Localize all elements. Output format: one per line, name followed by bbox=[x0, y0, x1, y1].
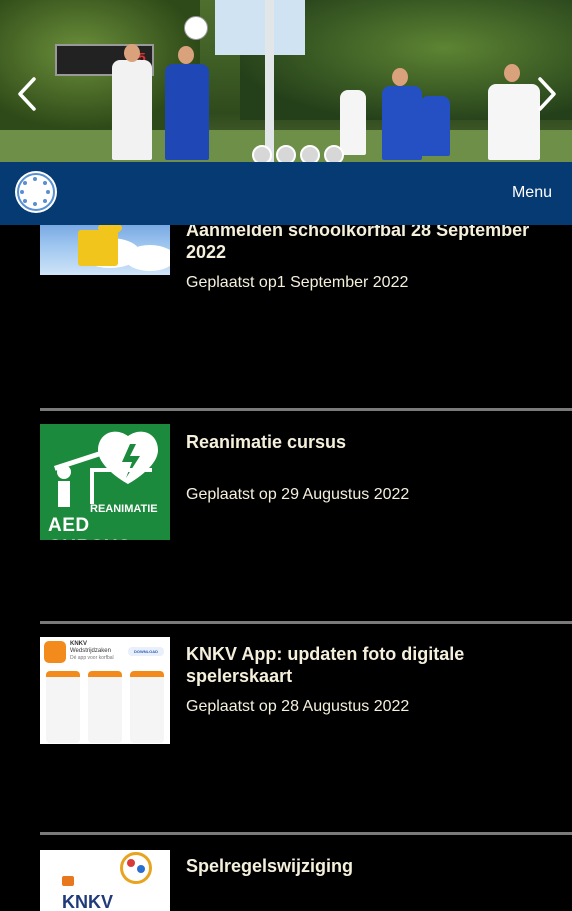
list-item[interactable]: REANIMATIE AED CURSUS Reanimatie cursus … bbox=[40, 424, 572, 614]
ball-icon bbox=[184, 16, 208, 40]
player bbox=[420, 96, 450, 156]
post-date: Geplaatst op 29 Augustus 2022 bbox=[186, 486, 410, 503]
post-title[interactable]: Reanimatie cursus bbox=[186, 431, 556, 453]
thumb-app-title: KNKV bbox=[70, 641, 88, 647]
divider bbox=[40, 621, 572, 624]
slider-next-button[interactable] bbox=[536, 76, 558, 112]
chevron-left-icon bbox=[18, 77, 36, 111]
slider-dot[interactable] bbox=[252, 145, 272, 162]
menu-button[interactable]: Menu bbox=[512, 184, 552, 202]
player bbox=[165, 64, 209, 160]
post-date: Geplaatst op1 September 2022 bbox=[186, 274, 409, 291]
slider-dot[interactable] bbox=[300, 145, 320, 162]
ball-icon bbox=[120, 852, 152, 884]
post-thumbnail[interactable]: REANIMATIE AED CURSUS bbox=[40, 424, 170, 540]
post-thumbnail[interactable]: KNKV bbox=[40, 850, 170, 911]
post-title[interactable]: KNKV App: updaten foto digitale spelersk… bbox=[186, 643, 556, 687]
top-navbar: Menu bbox=[0, 162, 572, 225]
divider bbox=[40, 408, 572, 411]
slider-dot[interactable] bbox=[276, 145, 296, 162]
korfbal-pole bbox=[265, 0, 274, 162]
thumb-label-bottom: AED CURSUS bbox=[48, 515, 131, 540]
thumb-knkv-text: KNKV bbox=[62, 892, 114, 911]
chevron-right-icon bbox=[538, 77, 556, 111]
club-logo[interactable] bbox=[15, 171, 57, 213]
slider-prev-button[interactable] bbox=[16, 76, 38, 112]
post-title[interactable]: Aanmelden schoolkorfbal 28 September 202… bbox=[186, 219, 556, 263]
thumb-label-top: REANIMATIE bbox=[90, 503, 158, 515]
player bbox=[488, 84, 540, 160]
post-thumbnail[interactable]: KNKV Wedstrijdzaken Dé app voor korfbal … bbox=[40, 637, 170, 744]
post-date: Geplaatst op 28 Augustus 2022 bbox=[186, 698, 410, 715]
app-icon bbox=[44, 641, 66, 663]
player bbox=[112, 60, 152, 160]
list-item[interactable]: Aanmelden schoolkorfbal 28 September 202… bbox=[40, 200, 572, 400]
post-title[interactable]: Spelregelswijziging bbox=[186, 855, 556, 877]
list-item[interactable]: KNKV Wedstrijdzaken Dé app voor korfbal … bbox=[40, 637, 572, 827]
crown-icon bbox=[62, 876, 74, 886]
list-item[interactable]: KNKV Spelregelswijziging bbox=[40, 850, 572, 911]
thumb-app-sub: Wedstrijdzaken bbox=[70, 648, 111, 654]
divider bbox=[40, 832, 572, 835]
player bbox=[382, 86, 422, 160]
download-badge: DOWNLOAD bbox=[128, 647, 164, 656]
slider-dots bbox=[252, 145, 344, 162]
slider-dot[interactable] bbox=[324, 145, 344, 162]
thumb-app-tag: Dé app voor korfbal bbox=[70, 655, 114, 661]
hero-slider[interactable]: 25 bbox=[0, 0, 572, 162]
